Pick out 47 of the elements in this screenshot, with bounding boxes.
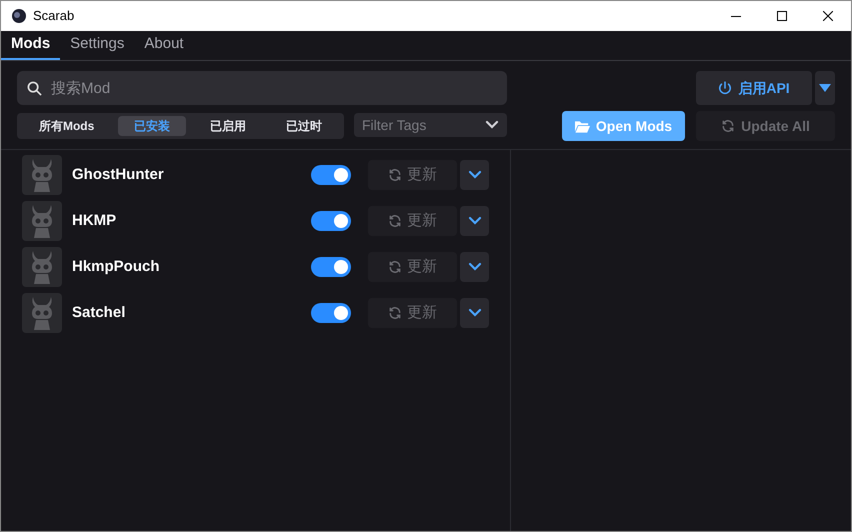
triangle-down-icon	[819, 84, 831, 92]
refresh-icon	[388, 168, 402, 182]
tag-filter-dropdown[interactable]: Filter Tags	[354, 113, 507, 137]
open-mods-button[interactable]: Open Mods	[562, 111, 685, 141]
filter-tab[interactable]: 已过时	[270, 116, 338, 136]
toggle-switch[interactable]	[311, 211, 351, 231]
expand-button[interactable]	[460, 160, 489, 190]
mod-name: Satchel	[72, 302, 126, 323]
mod-name: GhostHunter	[72, 164, 165, 185]
tab[interactable]: Mods	[1, 31, 60, 60]
toggle-switch[interactable]	[311, 257, 351, 277]
maximize-icon	[777, 11, 787, 21]
toggle-switch[interactable]	[311, 165, 351, 185]
mod-name: HkmpPouch	[72, 256, 161, 277]
expand-button[interactable]	[460, 206, 489, 236]
refresh-icon	[388, 260, 402, 274]
expand-button[interactable]	[460, 298, 489, 328]
filter-tab[interactable]: 所有Mods	[22, 116, 110, 136]
chevron-down-icon	[485, 120, 499, 130]
folder-icon	[574, 120, 590, 132]
update-button[interactable]: 更新	[368, 252, 457, 282]
tab[interactable]: Settings	[60, 31, 134, 60]
refresh-icon	[721, 119, 736, 133]
search-icon	[27, 81, 42, 96]
power-icon	[718, 81, 732, 95]
tag-filter-placeholder: Filter Tags	[362, 116, 426, 135]
close-icon	[823, 11, 833, 21]
refresh-icon	[388, 306, 402, 320]
toggle-switch[interactable]	[311, 303, 351, 323]
chevron-down-icon	[468, 170, 482, 180]
mod-name: HKMP	[72, 210, 118, 231]
chevron-down-icon	[468, 262, 482, 272]
filter-tab[interactable]: 已安装	[118, 116, 186, 136]
update-button[interactable]: 更新	[368, 160, 457, 190]
chevron-down-icon	[468, 216, 482, 226]
update-button[interactable]: 更新	[368, 206, 457, 236]
chevron-down-icon	[468, 308, 482, 318]
expand-button[interactable]	[460, 252, 489, 282]
api-button[interactable]: 启用API	[696, 71, 812, 105]
window-title: Scarab	[33, 7, 74, 26]
search-field[interactable]: 搜索Mod	[17, 71, 507, 105]
filter-tab[interactable]: 已启用	[194, 116, 262, 136]
api-dropdown-button[interactable]	[815, 71, 835, 105]
refresh-icon	[388, 214, 402, 228]
tab[interactable]: About	[134, 31, 194, 60]
app-logo-icon	[11, 8, 27, 24]
update-button[interactable]: 更新	[368, 298, 457, 328]
